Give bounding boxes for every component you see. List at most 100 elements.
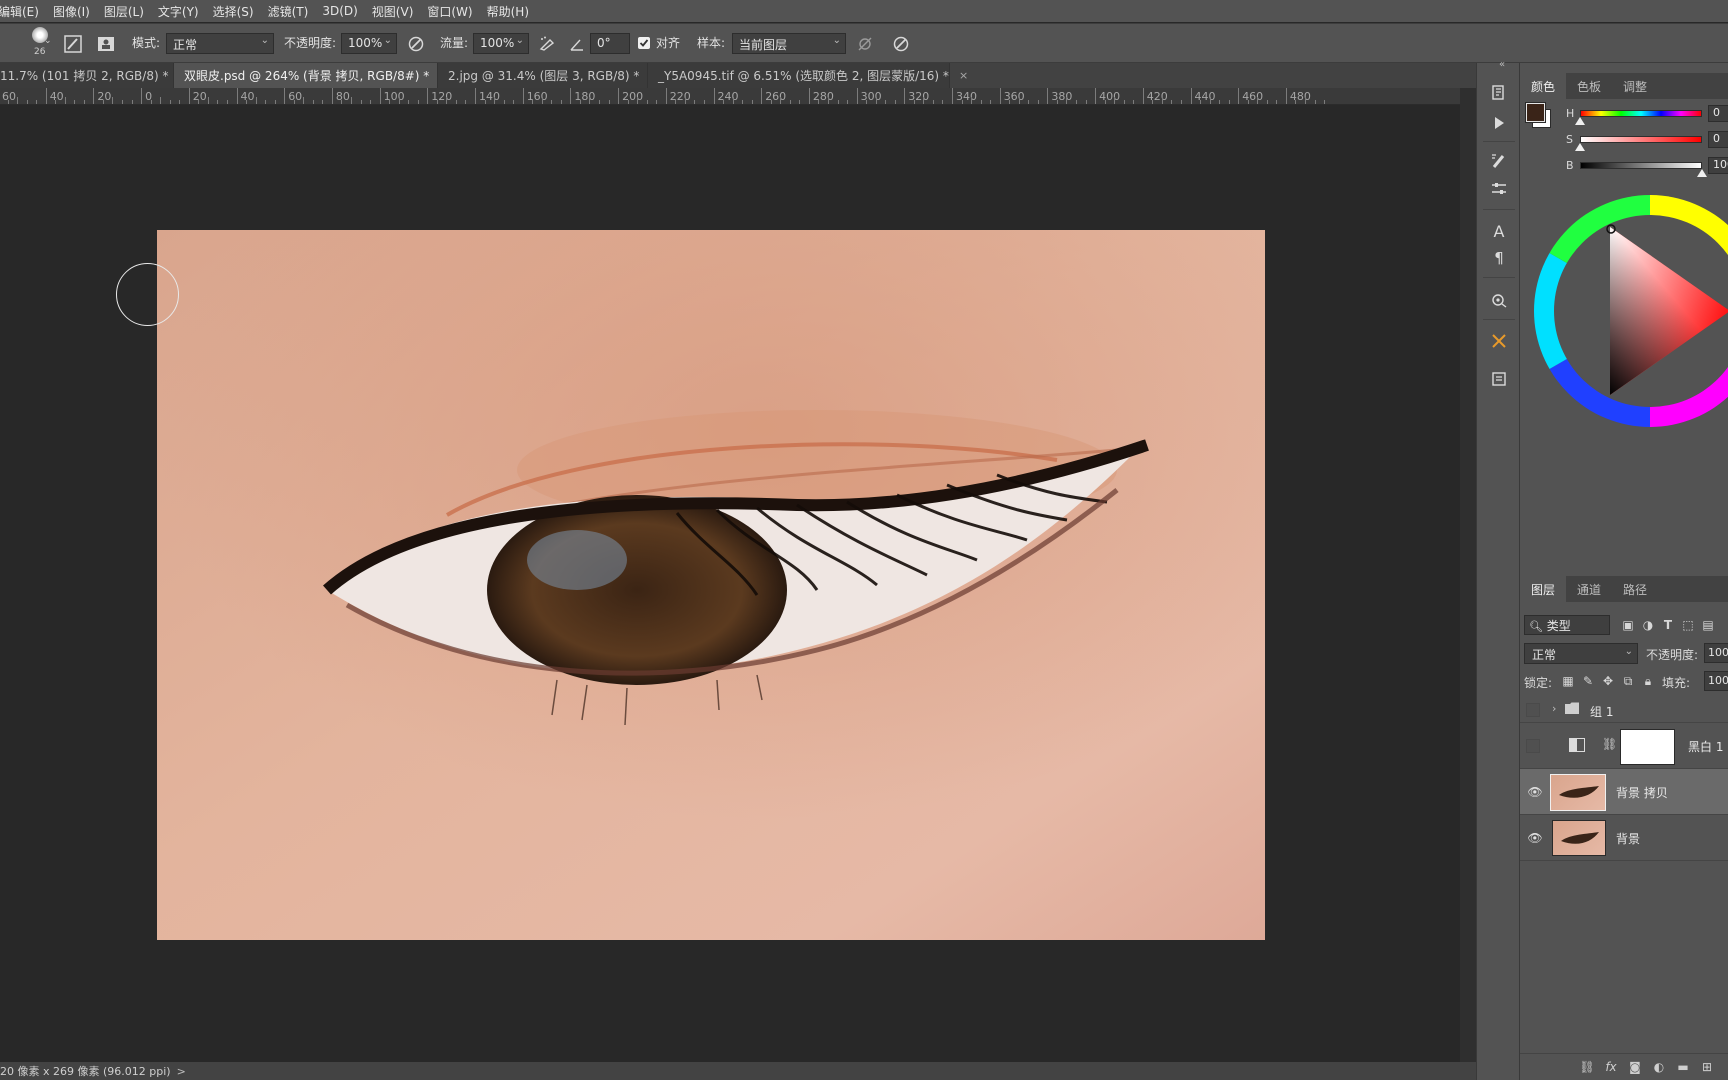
brightness-track[interactable] xyxy=(1580,162,1702,169)
pressure-size-icon[interactable] xyxy=(890,33,912,55)
expand-chevron-icon[interactable]: › xyxy=(1552,702,1556,715)
close-icon[interactable]: × xyxy=(959,69,968,82)
document-info[interactable]: 20 像素 x 269 像素 (96.012 ppi) xyxy=(0,1063,171,1079)
airbrush-icon[interactable] xyxy=(536,33,558,55)
brightness-value[interactable]: 100 xyxy=(1708,157,1728,174)
brush-settings-icon[interactable] xyxy=(62,33,84,55)
status-arrow[interactable]: > xyxy=(177,1065,186,1078)
link-layers-icon[interactable]: ⛓︎ xyxy=(1578,1059,1596,1075)
hue-slider[interactable]: H 0 xyxy=(1520,105,1728,125)
visibility-toggle[interactable] xyxy=(1526,739,1540,753)
menu-type[interactable]: 文字(Y) xyxy=(158,3,199,20)
menu-3d[interactable]: 3D(D) xyxy=(322,4,357,18)
layer-style-icon[interactable]: fx xyxy=(1602,1059,1620,1075)
lock-artboard-icon[interactable]: ⧉ xyxy=(1620,673,1636,689)
adjustment-filter-icon[interactable]: ◑ xyxy=(1640,615,1656,635)
tab-color[interactable]: 颜色 xyxy=(1520,73,1567,99)
new-adjustment-layer-icon[interactable]: ◐ xyxy=(1650,1059,1668,1075)
visibility-toggle[interactable] xyxy=(1526,703,1540,717)
document-image[interactable] xyxy=(157,230,1265,940)
character-icon[interactable]: A xyxy=(1485,217,1513,245)
menu-window[interactable]: 窗口(W) xyxy=(427,3,472,20)
layer-name[interactable]: 背景 xyxy=(1616,830,1640,847)
new-layer-icon[interactable]: ⊞ xyxy=(1698,1059,1716,1075)
canvas-scrollbar[interactable] xyxy=(1460,88,1476,1080)
add-mask-icon[interactable]: ◙ xyxy=(1626,1059,1644,1075)
lock-position-icon[interactable]: ✥ xyxy=(1600,673,1616,689)
saturation-track[interactable] xyxy=(1580,136,1702,143)
layer-thumbnail[interactable] xyxy=(1552,820,1606,856)
type-filter-icon[interactable]: T xyxy=(1660,615,1676,635)
eye-icon[interactable]: 👁︎ xyxy=(1526,783,1544,801)
menu-help[interactable]: 帮助(H) xyxy=(487,3,529,20)
tab-layers[interactable]: 图层 xyxy=(1520,576,1567,602)
tab-channels[interactable]: 通道 xyxy=(1566,576,1612,602)
color-wheel[interactable] xyxy=(1530,191,1728,431)
angle-input[interactable]: 0° xyxy=(590,33,630,54)
shape-filter-icon[interactable]: ⬚ xyxy=(1680,615,1696,635)
layer-thumbnail[interactable] xyxy=(1550,774,1606,811)
eye-icon[interactable]: 👁︎ xyxy=(1526,829,1544,847)
layer-row-background[interactable]: 👁︎ 背景 xyxy=(1520,815,1728,861)
play-icon[interactable] xyxy=(1485,109,1513,137)
lock-transparent-icon[interactable]: ▦ xyxy=(1560,673,1576,689)
sample-select[interactable]: 当前图层 ⌄ xyxy=(732,33,846,54)
new-group-icon[interactable]: ▬ xyxy=(1674,1059,1692,1075)
lock-image-icon[interactable]: ✎ xyxy=(1580,673,1596,689)
ignore-adjustment-layers-icon[interactable] xyxy=(854,33,876,55)
layer-name[interactable]: 黑白 1 xyxy=(1688,738,1723,755)
layer-mask-thumbnail[interactable] xyxy=(1620,729,1675,765)
link-icon[interactable]: ⛓︎ xyxy=(1602,737,1617,751)
menu-filter[interactable]: 滤镜(T) xyxy=(268,3,309,20)
align-checkbox[interactable] xyxy=(638,37,650,49)
menu-select[interactable]: 选择(S) xyxy=(213,3,254,20)
tab-document-4[interactable]: _Y5A0945.tif @ 6.51% (选取颜色 2, 图层蒙版/16) *… xyxy=(648,63,968,88)
tab-document-1[interactable]: 11.7% (101 拷贝 2, RGB/8) * × xyxy=(0,63,188,88)
layer-row-adjustment[interactable]: ⛓︎ 黑白 1 xyxy=(1520,723,1728,769)
clone-source-icon[interactable] xyxy=(1485,286,1513,314)
tab-swatches[interactable]: 色板 xyxy=(1566,73,1612,99)
tab-document-3[interactable]: 2.jpg @ 31.4% (图层 3, RGB/8) * × xyxy=(438,63,659,88)
adjust-icon[interactable] xyxy=(1485,175,1513,203)
fill-input[interactable]: 100% xyxy=(1704,671,1728,691)
layer-name[interactable]: 组 1 xyxy=(1590,703,1613,720)
smart-object-filter-icon[interactable]: ▤ xyxy=(1700,615,1716,635)
collapse-panels-icon[interactable]: « xyxy=(1499,59,1505,70)
tool-presets-icon[interactable] xyxy=(1485,327,1513,355)
tab-paths[interactable]: 路径 xyxy=(1612,576,1658,602)
layer-name[interactable]: 背景 拷贝 xyxy=(1616,784,1668,801)
brightness-thumb[interactable] xyxy=(1697,169,1707,177)
tab-adjustments[interactable]: 调整 xyxy=(1612,73,1658,99)
clone-source-icon[interactable] xyxy=(95,33,117,55)
layer-row-group[interactable]: › 组 1 xyxy=(1520,697,1728,723)
mode-select[interactable]: 正常 ⌄ xyxy=(166,33,274,54)
brightness-slider[interactable]: B 100 xyxy=(1520,157,1728,177)
menu-image[interactable]: 图像(I) xyxy=(53,3,90,20)
menu-layer[interactable]: 图层(L) xyxy=(104,3,144,20)
menu-view[interactable]: 视图(V) xyxy=(372,3,414,20)
hue-track[interactable] xyxy=(1580,110,1702,117)
layer-filter-select[interactable]: 🔍︎ 类型 xyxy=(1524,615,1610,635)
properties-icon[interactable] xyxy=(1485,365,1513,393)
horizontal-ruler[interactable]: 60 40 20 0 20 40 60 80 100 120 140 160 180 200 220 240 2… xyxy=(0,88,1460,105)
saturation-slider[interactable]: S 0 xyxy=(1520,131,1728,151)
pressure-opacity-icon[interactable] xyxy=(405,33,427,55)
flow-input[interactable]: 100% ⌄ xyxy=(473,33,529,54)
paragraph-icon[interactable]: ¶ xyxy=(1485,244,1513,272)
layer-opacity-input[interactable]: 100% xyxy=(1704,643,1728,663)
brush-presets-icon[interactable] xyxy=(1485,147,1513,175)
saturation-value[interactable]: 0 xyxy=(1708,131,1728,148)
lock-all-icon[interactable]: 🔒︎ xyxy=(1640,673,1656,689)
saturation-thumb[interactable] xyxy=(1575,143,1585,151)
layer-row-background-copy[interactable]: 👁︎ 背景 拷贝 xyxy=(1520,769,1728,815)
hue-thumb[interactable] xyxy=(1575,117,1585,125)
brush-preset-picker[interactable]: 26 ⌄ xyxy=(14,24,54,64)
tab-document-2[interactable]: 双眼皮.psd @ 264% (背景 拷贝, RGB/8#) * × xyxy=(174,63,449,88)
history-brush-icon[interactable] xyxy=(1485,79,1513,107)
opacity-input[interactable]: 100% ⌄ xyxy=(341,33,397,54)
image-filter-icon[interactable]: ▣ xyxy=(1620,615,1636,635)
canvas-area[interactable] xyxy=(0,106,1460,1062)
hue-value[interactable]: 0 xyxy=(1708,105,1728,122)
blend-mode-select[interactable]: 正常 ⌄ xyxy=(1524,643,1638,664)
menu-edit[interactable]: 编辑(E) xyxy=(0,3,39,20)
